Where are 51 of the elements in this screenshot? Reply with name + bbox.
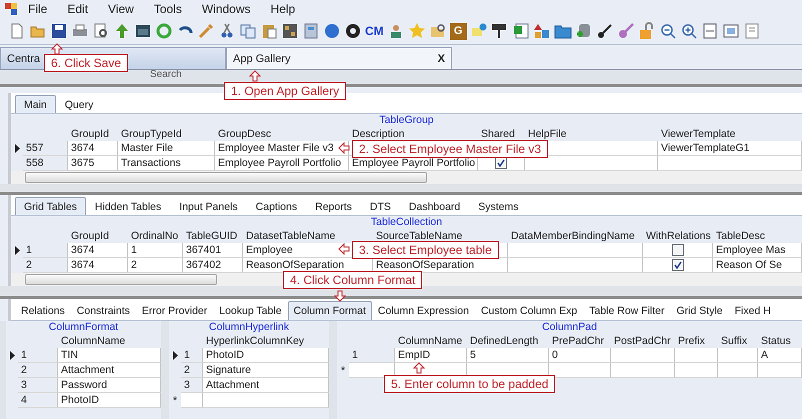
table-cell: Attachment xyxy=(203,378,329,393)
table-cell: 3674 xyxy=(68,243,128,258)
table-cell: Employee Mas xyxy=(713,243,802,258)
table-cell: 3675 xyxy=(68,156,118,171)
table-cell: 3674 xyxy=(68,141,118,156)
grid-title: ColumnPad xyxy=(541,321,598,334)
table-cell: 3 xyxy=(181,378,203,393)
table-cell: 2 xyxy=(128,258,183,273)
grid-title: ColumnHyperlink xyxy=(208,321,290,334)
table-cell: Attachment xyxy=(58,363,161,378)
grid-title: TableCollection xyxy=(370,216,444,229)
table-cell: 1 xyxy=(18,348,58,363)
table-cell: PhotoID xyxy=(203,348,329,363)
table-cell: 4 xyxy=(18,393,58,408)
table-cell: TIN xyxy=(58,348,161,363)
table-cell: 1 xyxy=(349,348,395,363)
table-cell: Password xyxy=(58,378,161,393)
table-cell: 1 xyxy=(181,348,203,363)
table-cell: ReasonOfSeparation xyxy=(243,258,373,273)
annotation-tooltip: 2. Select Employee Master File v3 xyxy=(352,140,548,158)
table-cell: Transactions xyxy=(118,156,215,171)
table-cell: 3 xyxy=(18,378,58,393)
table-cell: 367401 xyxy=(183,243,243,258)
table-cell: EmpID xyxy=(395,348,467,363)
table-cell: 3674 xyxy=(68,258,128,273)
table-cell: 2 xyxy=(18,363,58,378)
annotation-tooltip: 4. Click Column Format xyxy=(283,271,422,289)
table-cell: 558 xyxy=(23,156,68,171)
annotation-tooltip: 1. Open App Gallery xyxy=(224,82,346,100)
table-cell: 2 xyxy=(181,363,203,378)
table-cell: PhotoID xyxy=(58,393,161,408)
table-cell: Signature xyxy=(203,363,329,378)
table-cell: 0 xyxy=(549,348,611,363)
table-cell: 1 xyxy=(23,243,68,258)
grid-title: TableGroup xyxy=(378,114,435,127)
annotation-tooltip: 5. Enter column to be padded xyxy=(384,375,556,393)
annotation-tooltip: 6. Click Save xyxy=(44,54,128,72)
annotation-tooltip: 3. Select Employee table xyxy=(352,241,499,259)
table-cell: ViewerTemplateG1 xyxy=(658,141,802,156)
table-cell: 557 xyxy=(23,141,68,156)
table-cell: 2 xyxy=(23,258,68,273)
table-cell: 367402 xyxy=(183,258,243,273)
table-cell: 1 xyxy=(128,243,183,258)
table-cell: Master File xyxy=(118,141,215,156)
table-cell: Employee Payroll Portfolio xyxy=(215,156,349,171)
table-cell: Employee Master File v3 xyxy=(215,141,349,156)
table-cell: Reason Of Se xyxy=(713,258,802,273)
search-label: Search xyxy=(150,70,182,80)
grid-title: ColumnFormat xyxy=(48,321,120,334)
table-cell: 5 xyxy=(467,348,549,363)
table-cell: A xyxy=(758,348,802,363)
